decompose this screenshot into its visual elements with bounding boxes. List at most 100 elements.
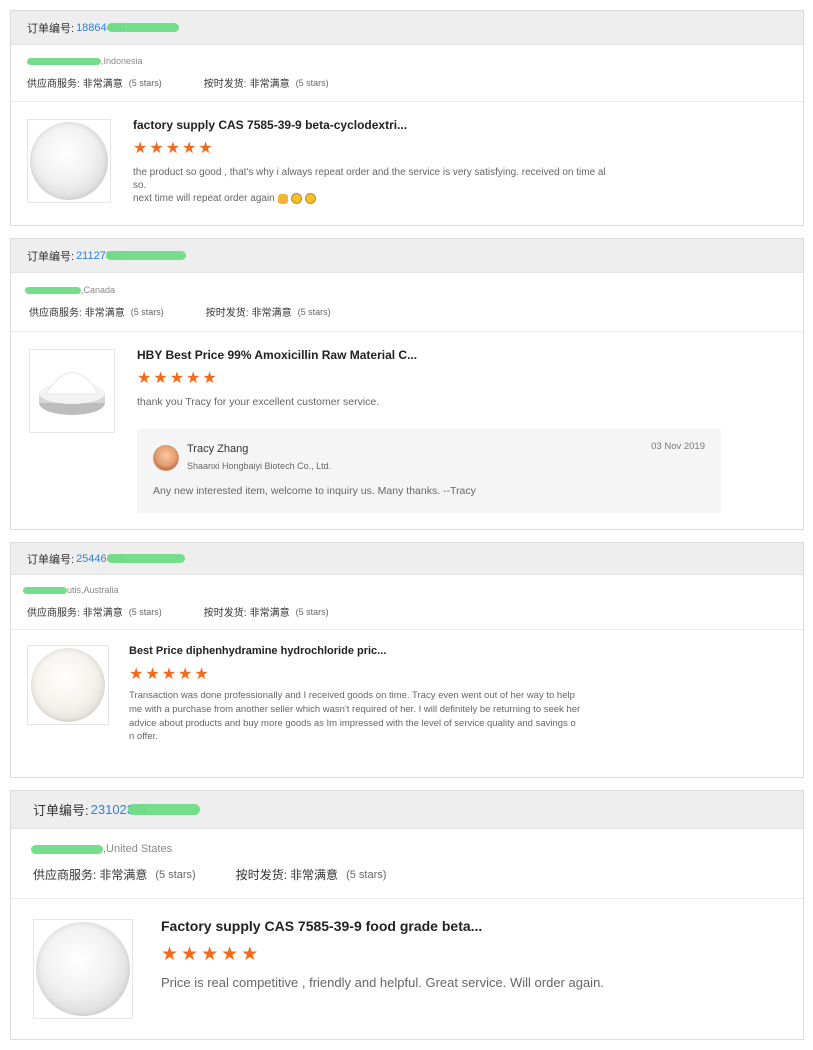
redaction-mark	[25, 286, 81, 294]
supplier-service-value: 非常满意	[82, 79, 123, 90]
order-label: 订单编号:	[27, 250, 75, 263]
redaction-mark	[31, 844, 103, 854]
avatar	[153, 445, 179, 471]
buyer-info: ,Canada	[25, 285, 115, 295]
star-icon: ★	[149, 140, 164, 157]
review-line: advice about products and buy more goods…	[129, 717, 576, 729]
star-icon: ★	[186, 370, 201, 387]
rating-summary: 供应商服务: 非常满意 (5 stars) 按时发货: 非常满意 (5 star…	[27, 75, 329, 91]
delivery-value: 非常满意	[249, 608, 290, 619]
smiley-emoji-icon	[304, 193, 316, 204]
product-image	[30, 122, 108, 200]
delivery-label: 按时发货:	[205, 308, 249, 319]
supplier-service-stars: (5 stars)	[155, 868, 196, 881]
order-header: 订单编号: 21127835	[11, 239, 803, 273]
redaction-mark	[128, 804, 201, 815]
rating-summary: 供应商服务: 非常满意 (5 stars) 按时发货: 非常满意 (5 star…	[33, 866, 386, 883]
supplier-service-value: 非常满意	[82, 608, 123, 619]
review-line: next time will repeat order again	[133, 192, 606, 205]
star-icon: ★	[181, 944, 199, 965]
star-icon: ★	[153, 370, 168, 387]
delivery-stars: (5 stars)	[295, 606, 329, 617]
review-card: 订单编号: 18864400 ,Indonesia 供应商服务: 非常满意 (5…	[10, 10, 804, 226]
product-thumbnail[interactable]	[27, 645, 109, 725]
star-icon: ★	[178, 666, 193, 683]
product-title-link[interactable]: Factory supply CAS 7585-39-9 food grade …	[161, 918, 482, 934]
review-text: Price is real competitive , friendly and…	[161, 975, 604, 990]
reply-date: 03 Nov 2019	[651, 441, 705, 452]
product-image	[39, 371, 105, 415]
review-text: Transaction was done professionally and …	[129, 689, 580, 744]
star-icon: ★	[161, 944, 179, 965]
product-title-link[interactable]: HBY Best Price 99% Amoxicillin Raw Mater…	[137, 348, 417, 362]
star-icon: ★	[221, 944, 239, 965]
thumbs-up-emoji-icon	[277, 193, 288, 204]
star-icon: ★	[169, 370, 185, 387]
review-card: 订单编号: 23102347 ,United States 供应商服务: 非常满…	[10, 790, 804, 1040]
star-rating: ★ ★ ★ ★ ★	[161, 945, 258, 964]
seller-reply: Tracy Zhang Shaanxi Hongbaiyi Biotech Co…	[137, 429, 721, 513]
reply-author-company: Shaanxi Hongbaiyi Biotech Co., Ltd.	[187, 461, 332, 471]
product-thumbnail[interactable]	[29, 349, 115, 433]
redaction-mark	[106, 251, 187, 260]
star-icon: ★	[165, 140, 181, 157]
supplier-service-stars: (5 stars)	[130, 306, 164, 317]
star-icon: ★	[241, 944, 259, 965]
delivery-label: 按时发货:	[203, 79, 247, 90]
divider	[11, 101, 803, 102]
delivery-value: 非常满意	[290, 868, 339, 882]
star-icon: ★	[182, 140, 197, 157]
supplier-service-label: 供应商服务:	[27, 608, 80, 619]
star-icon: ★	[145, 666, 160, 683]
divider	[11, 629, 803, 630]
product-title-link[interactable]: Best Price diphenhydramine hydrochloride…	[129, 645, 386, 657]
star-icon: ★	[201, 944, 219, 965]
smiley-emoji-icon	[290, 193, 302, 204]
review-card: 订单编号: 21127835 ,Canada 供应商服务: 非常满意 (5 st…	[10, 238, 804, 530]
star-rating: ★ ★ ★ ★ ★	[137, 371, 217, 387]
star-icon: ★	[133, 140, 148, 157]
star-icon: ★	[161, 666, 177, 683]
buyer-location: utis,Australia	[67, 585, 119, 595]
review-line: so.	[133, 180, 147, 191]
delivery-value: 非常满意	[251, 308, 292, 319]
review-line: Transaction was done professionally and …	[129, 690, 575, 701]
order-label: 订单编号:	[27, 553, 75, 566]
supplier-service-label: 供应商服务:	[33, 868, 97, 882]
product-image	[36, 922, 130, 1016]
review-line: n offer.	[129, 731, 158, 743]
buyer-info: ,Indonesia	[27, 56, 143, 66]
redaction-mark	[107, 23, 180, 32]
star-icon: ★	[198, 140, 213, 157]
buyer-location: ,Indonesia	[101, 56, 143, 66]
star-icon: ★	[194, 666, 209, 683]
star-rating: ★ ★ ★ ★ ★	[129, 667, 209, 683]
review-text: the product so good , that's why i alway…	[133, 166, 606, 205]
star-icon: ★	[129, 666, 144, 683]
delivery-stars: (5 stars)	[295, 77, 329, 88]
buyer-location: ,United States	[103, 843, 173, 855]
buyer-info: utis,Australia	[23, 585, 119, 595]
review-text: thank you Tracy for your excellent custo…	[137, 396, 380, 408]
star-icon: ★	[137, 370, 152, 387]
divider	[11, 331, 803, 332]
product-title-link[interactable]: factory supply CAS 7585-39-9 beta-cyclod…	[133, 118, 407, 132]
redaction-mark	[23, 586, 67, 594]
delivery-label: 按时发货:	[235, 868, 288, 882]
product-thumbnail[interactable]	[33, 919, 133, 1019]
order-label: 订单编号:	[27, 22, 75, 35]
redaction-mark	[27, 57, 101, 65]
star-icon: ★	[202, 370, 217, 387]
order-header: 订单编号: 25446694	[11, 543, 803, 575]
reply-text: Any new interested item, welcome to inqu…	[153, 485, 476, 497]
star-rating: ★ ★ ★ ★ ★	[133, 141, 213, 157]
reply-author-name: Tracy Zhang	[187, 443, 249, 455]
product-image	[31, 648, 105, 722]
order-header: 订单编号: 23102347	[11, 791, 803, 829]
supplier-service-value: 非常满意	[84, 308, 125, 319]
product-thumbnail[interactable]	[27, 119, 111, 203]
buyer-info: ,United States	[31, 843, 172, 855]
delivery-value: 非常满意	[249, 79, 290, 90]
supplier-service-stars: (5 stars)	[128, 77, 162, 88]
divider	[11, 898, 803, 899]
